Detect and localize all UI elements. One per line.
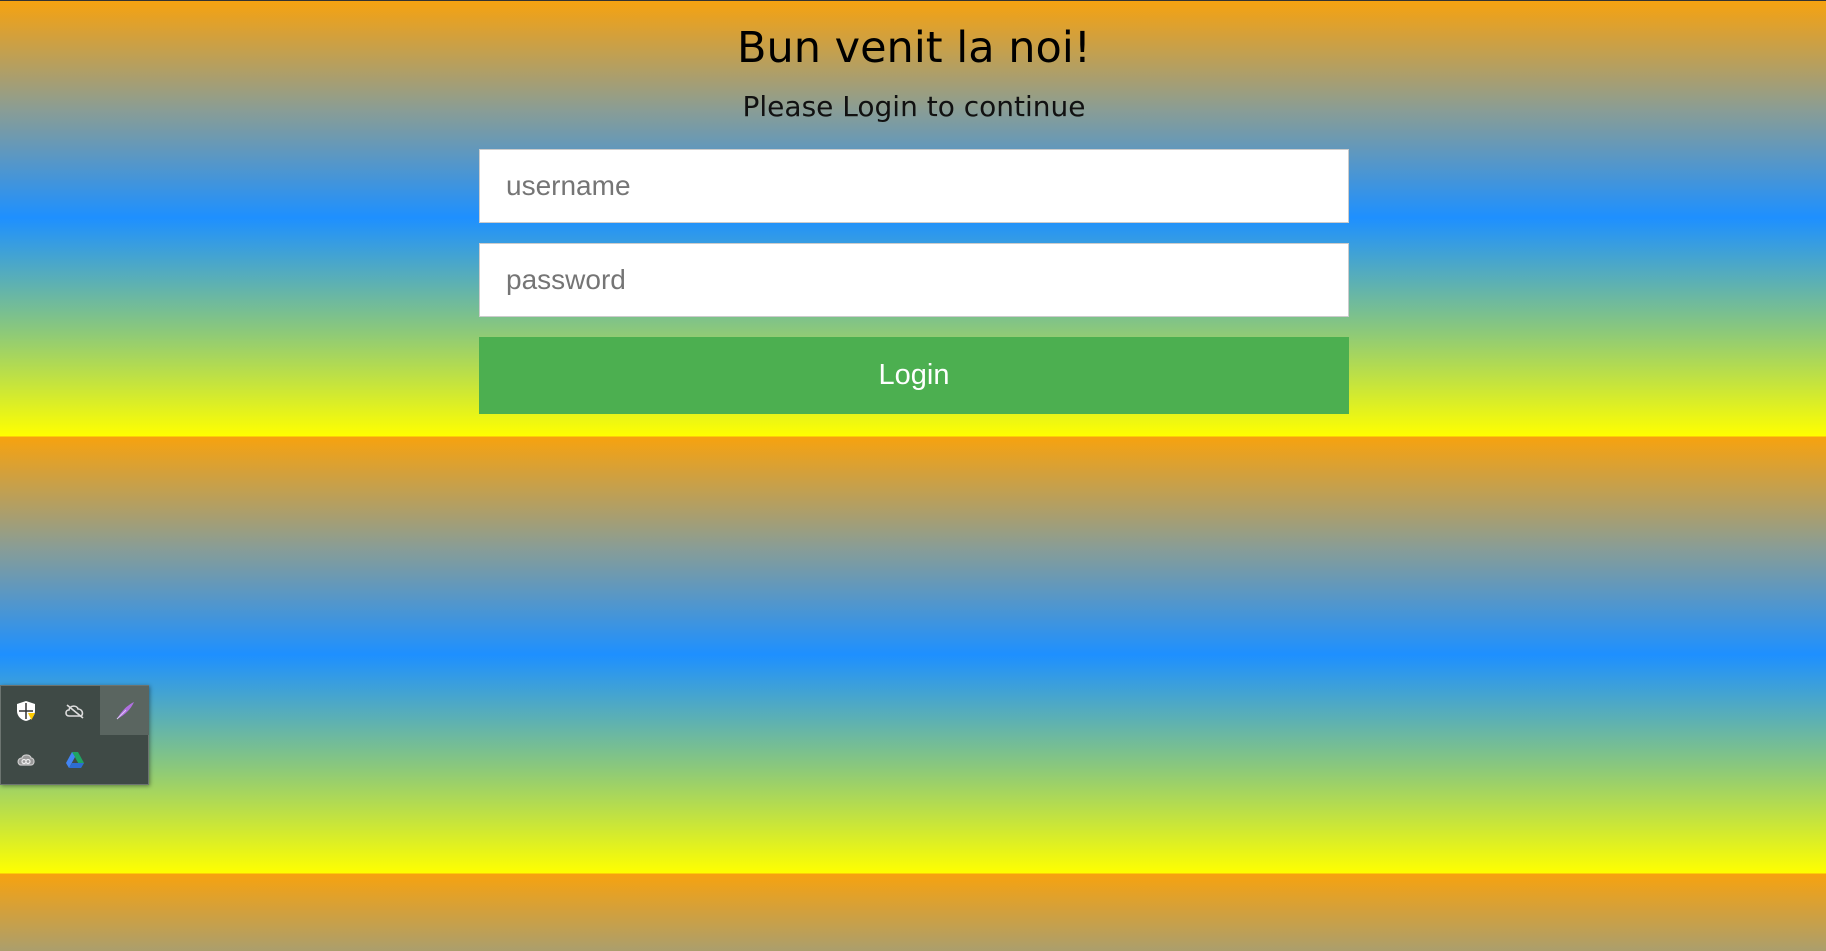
- system-tray-overflow: [0, 685, 149, 785]
- username-input[interactable]: [479, 149, 1349, 223]
- password-input[interactable]: [479, 243, 1349, 317]
- drive-icon[interactable]: [50, 735, 99, 784]
- login-button[interactable]: Login: [479, 337, 1349, 414]
- cloud-offline-icon[interactable]: [50, 686, 99, 735]
- page-subtitle: Please Login to continue: [742, 90, 1086, 123]
- security-shield-icon[interactable]: [1, 686, 50, 735]
- creative-cloud-icon[interactable]: [1, 735, 50, 784]
- feather-pen-icon[interactable]: [100, 686, 149, 735]
- page-title: Bun venit la noi!: [736, 23, 1091, 73]
- login-container: Bun venit la noi! Please Login to contin…: [479, 0, 1349, 414]
